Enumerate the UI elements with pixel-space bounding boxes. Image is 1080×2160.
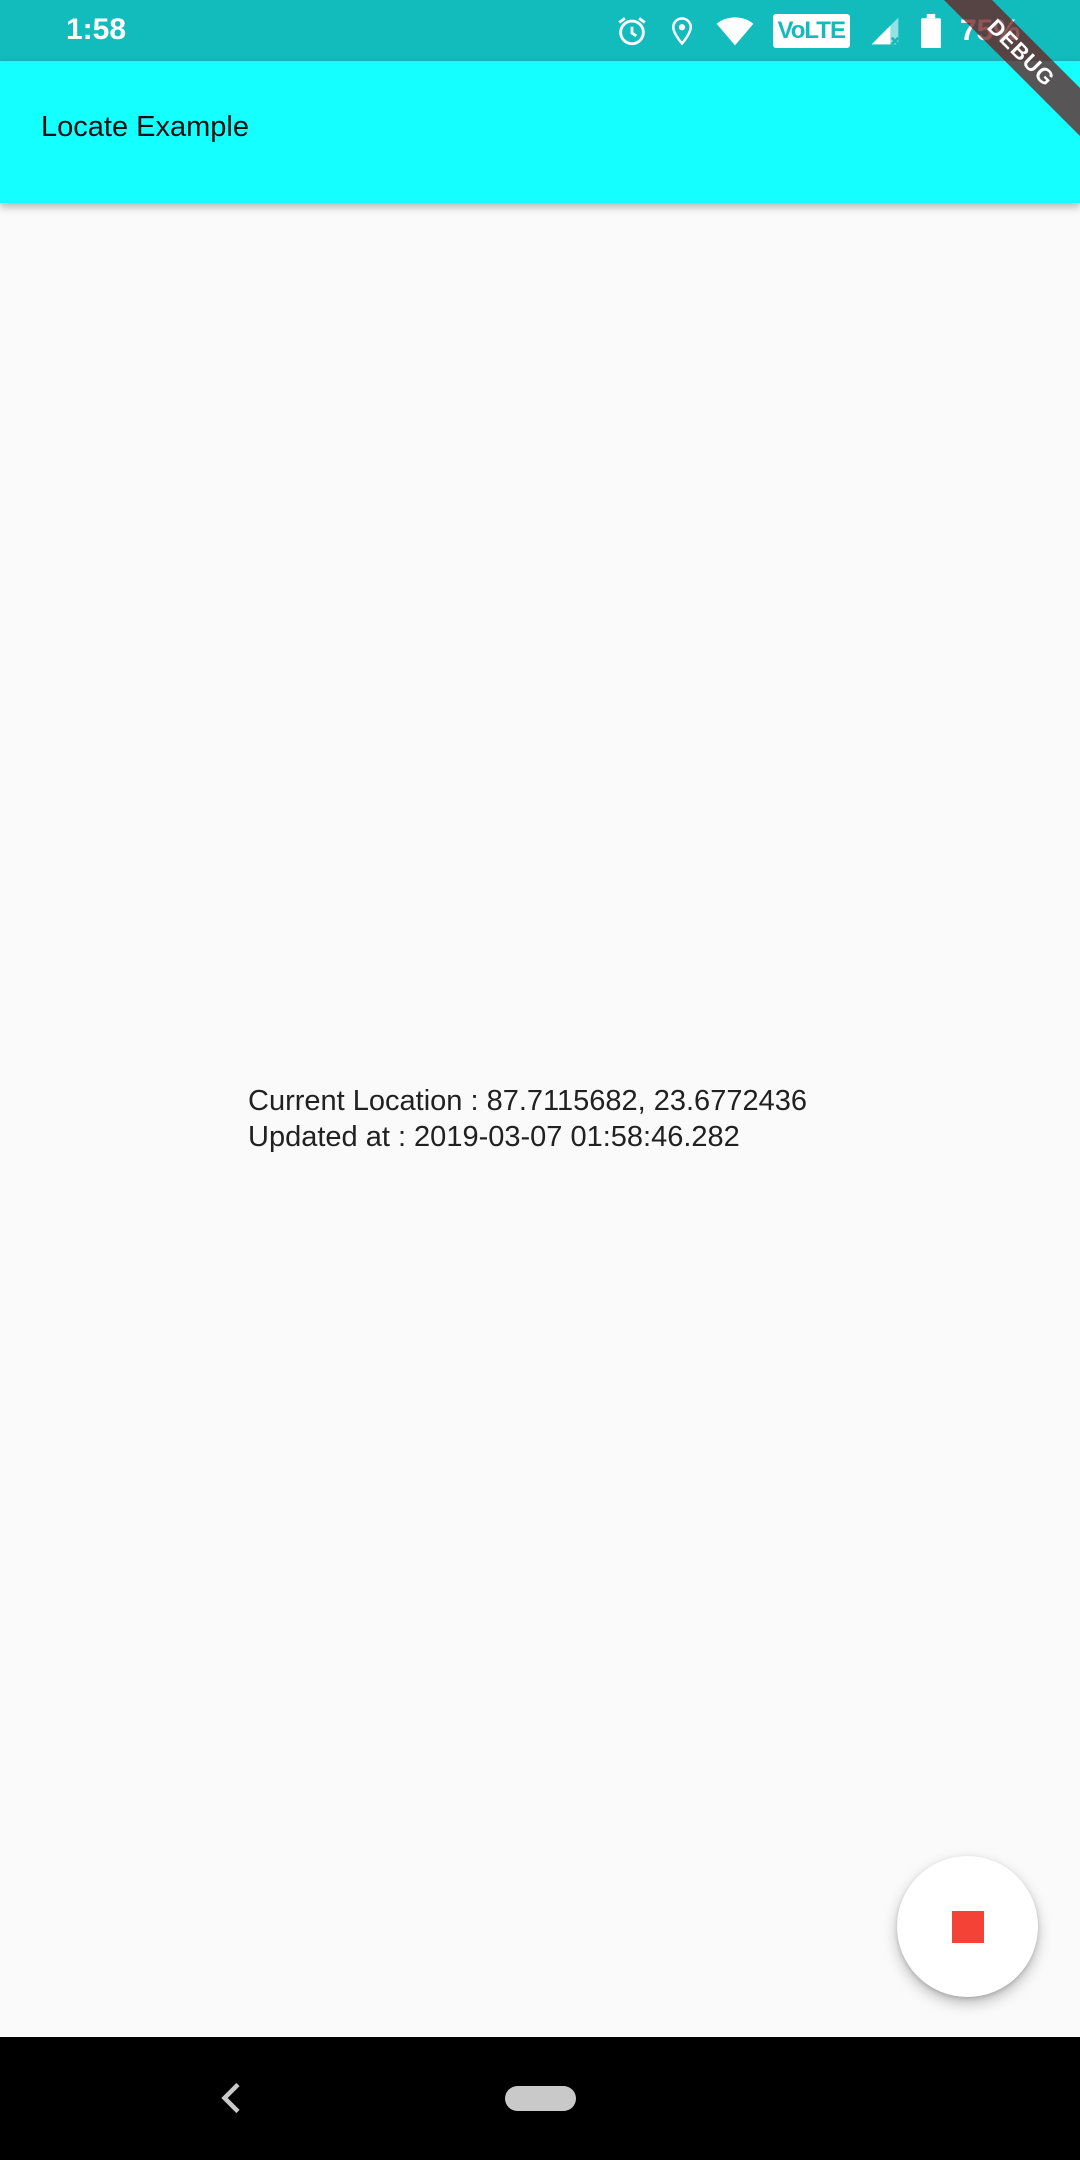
status-time: 1:58 <box>66 13 127 46</box>
battery-icon <box>920 14 942 48</box>
home-pill-icon[interactable] <box>505 2086 576 2111</box>
alarm-icon <box>615 14 649 48</box>
status-icons: VoLTE 75% <box>615 11 1020 51</box>
app-bar: Locate Example <box>0 61 1080 203</box>
signal-icon <box>868 15 902 47</box>
app-title: Locate Example <box>41 111 249 143</box>
wifi-icon <box>715 15 755 47</box>
back-icon[interactable] <box>217 2080 247 2121</box>
location-icon <box>667 14 697 48</box>
main-content: Current Location : 87.7115682, 23.677243… <box>0 203 1080 2037</box>
battery-percent: 75% <box>959 14 1020 47</box>
current-location-text: Current Location : 87.7115682, 23.677243… <box>248 1085 807 1117</box>
location-info: Current Location : 87.7115682, 23.677243… <box>248 1083 807 1155</box>
stop-icon <box>951 1910 984 1943</box>
updated-at-text: Updated at : 2019-03-07 01:58:46.282 <box>248 1121 740 1153</box>
status-bar: 1:58 VoLTE 75% <box>0 0 1080 61</box>
navigation-bar <box>0 2037 1080 2160</box>
volte-icon: VoLTE <box>772 14 850 48</box>
stop-button[interactable] <box>897 1856 1038 1997</box>
